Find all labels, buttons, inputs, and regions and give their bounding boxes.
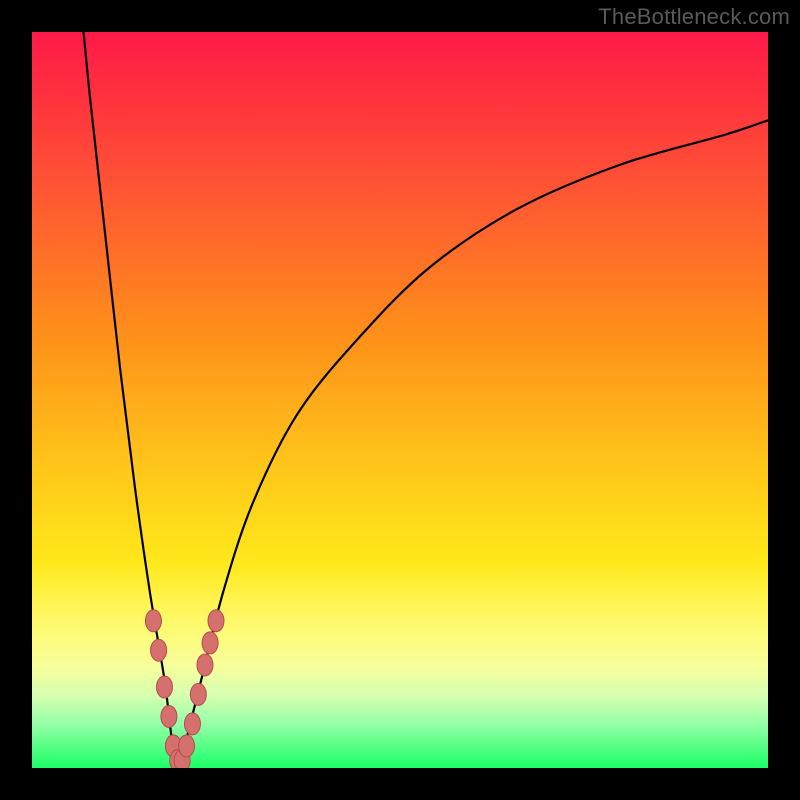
data-marker (184, 713, 200, 735)
chart-svg (32, 32, 768, 768)
curve-segment (179, 120, 768, 768)
data-marker (197, 654, 213, 676)
data-marker (190, 683, 206, 705)
watermark-text: TheBottleneck.com (598, 4, 790, 30)
chart-frame: TheBottleneck.com (0, 0, 800, 800)
data-marker (156, 676, 172, 698)
plot-area (32, 32, 768, 768)
data-marker (161, 705, 177, 727)
data-marker (208, 610, 224, 632)
data-marker (145, 610, 161, 632)
data-marker (179, 735, 195, 757)
data-marker (202, 632, 218, 654)
bottleneck-curve (84, 32, 768, 768)
data-marker (151, 639, 167, 661)
